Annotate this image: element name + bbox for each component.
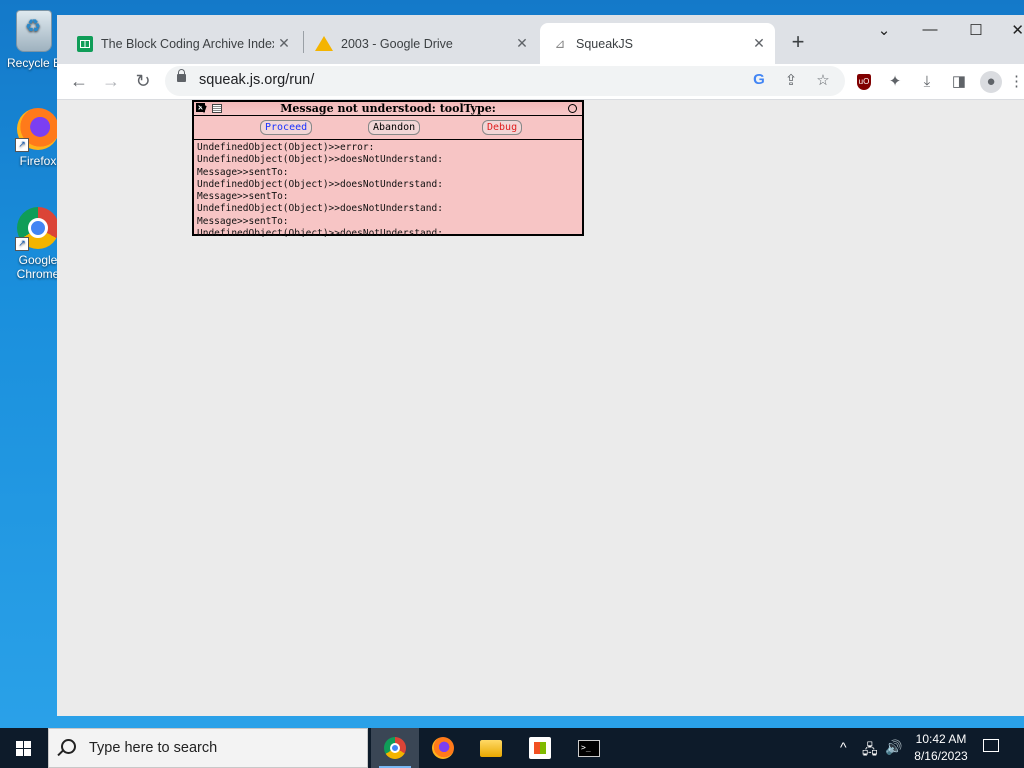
volume-icon[interactable]: 🔊: [885, 739, 902, 756]
store-icon: [529, 737, 551, 759]
taskbar-firefox[interactable]: [419, 728, 467, 768]
share-icon[interactable]: ⇪: [780, 71, 802, 89]
stack-frame[interactable]: UndefinedObject(Object)>>doesNotUndersta…: [197, 179, 579, 191]
new-tab-button[interactable]: +: [786, 29, 810, 55]
taskbar-store[interactable]: [516, 728, 564, 768]
browser-toolbar: ← → ↻ squeak.js.org/run/ G ⇪ ☆ uO ✦ ⤓ ◨ …: [57, 64, 1024, 99]
abandon-button[interactable]: Abandon: [368, 120, 421, 135]
address-bar[interactable]: squeak.js.org/run/ G ⇪ ☆: [165, 66, 845, 96]
sheets-icon: [77, 35, 93, 52]
ublock-icon[interactable]: uO: [857, 74, 871, 90]
show-hidden-icons-chevron[interactable]: ^: [840, 739, 847, 755]
extensions-icon[interactable]: ✦: [884, 71, 906, 93]
taskbar-terminal[interactable]: >_: [565, 728, 613, 768]
windows-logo-icon: [16, 741, 31, 756]
tab-title: SqueakJS: [576, 36, 633, 51]
download-icon[interactable]: ⤓: [916, 71, 938, 93]
stack-frame[interactable]: Message>>sentTo:: [197, 191, 579, 203]
notifier-title: Message not understood: toolType:: [280, 102, 496, 115]
lock-icon: [177, 69, 186, 82]
bookmark-star-icon[interactable]: ☆: [812, 71, 834, 89]
squeak-notifier-window[interactable]: ✕ Message not understood: toolType: Proc…: [192, 100, 584, 237]
stack-frame[interactable]: Message>>sentTo:: [197, 167, 579, 179]
collapse-icon[interactable]: [568, 104, 577, 113]
tab-search-button[interactable]: ⌄: [861, 21, 907, 39]
tab-squeakjs[interactable]: ⊿ SqueakJS ✕: [540, 23, 775, 64]
notifier-button-row: Proceed Abandon Debug: [194, 116, 582, 140]
reload-button[interactable]: ↻: [131, 70, 155, 94]
folder-icon: [480, 740, 502, 757]
terminal-icon: >_: [578, 740, 600, 757]
search-icon: [61, 739, 76, 754]
back-button[interactable]: ←: [67, 70, 91, 94]
shortcut-arrow-icon: ↗: [15, 237, 29, 251]
search-placeholder: Type here to search: [89, 740, 218, 756]
menu-icon[interactable]: ⋮: [1009, 71, 1024, 93]
stack-trace-list[interactable]: UndefinedObject(Object)>>error: Undefine…: [194, 140, 582, 237]
taskbar-search-box[interactable]: Type here to search: [48, 728, 368, 768]
recycle-bin-label: Recycle B: [6, 56, 62, 70]
tab-title: 2003 - Google Drive: [341, 36, 453, 51]
taskbar: Type here to search >_ ^ 🖧 🔊 10:42 AM 8/…: [0, 728, 1024, 768]
profile-icon[interactable]: ●: [980, 71, 1002, 93]
tab-close-icon[interactable]: ✕: [512, 35, 532, 52]
clock-date: 8/16/2023: [914, 749, 968, 763]
firefox-icon: [432, 737, 454, 759]
start-button[interactable]: [0, 728, 48, 768]
debug-button[interactable]: Debug: [482, 120, 523, 135]
notifications-icon[interactable]: [983, 739, 999, 752]
page-viewport[interactable]: ✕ Message not understood: toolType: Proc…: [57, 99, 1024, 716]
maximize-button[interactable]: ☐: [953, 21, 999, 39]
google-drive-icon: [315, 36, 333, 51]
recycle-bin-shortcut[interactable]: Recycle B: [4, 10, 64, 70]
tab-google-drive[interactable]: 2003 - Google Drive ✕: [303, 23, 538, 64]
tab-close-icon[interactable]: ✕: [749, 35, 769, 52]
stack-frame[interactable]: UndefinedObject(Object)>>doesNotUndersta…: [197, 154, 579, 166]
taskbar-file-explorer[interactable]: [467, 728, 515, 768]
tab-block-coding-archive[interactable]: The Block Coding Archive Index ✕: [65, 23, 300, 64]
chrome-icon: ↗: [15, 207, 59, 251]
network-icon[interactable]: 🖧: [862, 739, 878, 763]
notifier-title-bar[interactable]: ✕ Message not understood: toolType:: [194, 102, 582, 116]
google-lens-icon[interactable]: G: [748, 71, 770, 88]
taskbar-chrome[interactable]: [371, 728, 419, 768]
chrome-icon: [384, 737, 406, 759]
window-menu-icon[interactable]: [212, 104, 222, 113]
minimize-button[interactable]: —: [907, 21, 953, 38]
url-text[interactable]: squeak.js.org/run/: [199, 72, 314, 88]
tab-close-icon[interactable]: ✕: [274, 35, 294, 52]
tab-title: The Block Coding Archive Index: [101, 36, 274, 51]
close-window-button[interactable]: ✕: [997, 21, 1024, 39]
side-panel-icon[interactable]: ◨: [948, 71, 970, 93]
stack-frame[interactable]: UndefinedObject(Object)>>error:: [197, 142, 579, 154]
recycle-bin-icon: [16, 10, 52, 52]
stack-frame[interactable]: Message>>sentTo:: [197, 216, 579, 228]
squeak-icon: ⊿: [554, 35, 566, 51]
clock[interactable]: 10:42 AM 8/16/2023: [906, 731, 976, 765]
forward-button[interactable]: →: [99, 70, 123, 94]
firefox-icon: ↗: [15, 108, 59, 152]
clock-time: 10:42 AM: [915, 732, 967, 746]
stack-frame[interactable]: UndefinedObject(Object)>>doesNotUndersta…: [197, 203, 579, 215]
browser-window: The Block Coding Archive Index ✕ 2003 - …: [57, 15, 1024, 716]
proceed-button[interactable]: Proceed: [260, 120, 313, 135]
tab-strip: The Block Coding Archive Index ✕ 2003 - …: [57, 15, 1024, 64]
stack-frame[interactable]: UndefinedObject(Object)>>doesNotUndersta…: [197, 228, 579, 237]
shortcut-arrow-icon: ↗: [15, 138, 29, 152]
